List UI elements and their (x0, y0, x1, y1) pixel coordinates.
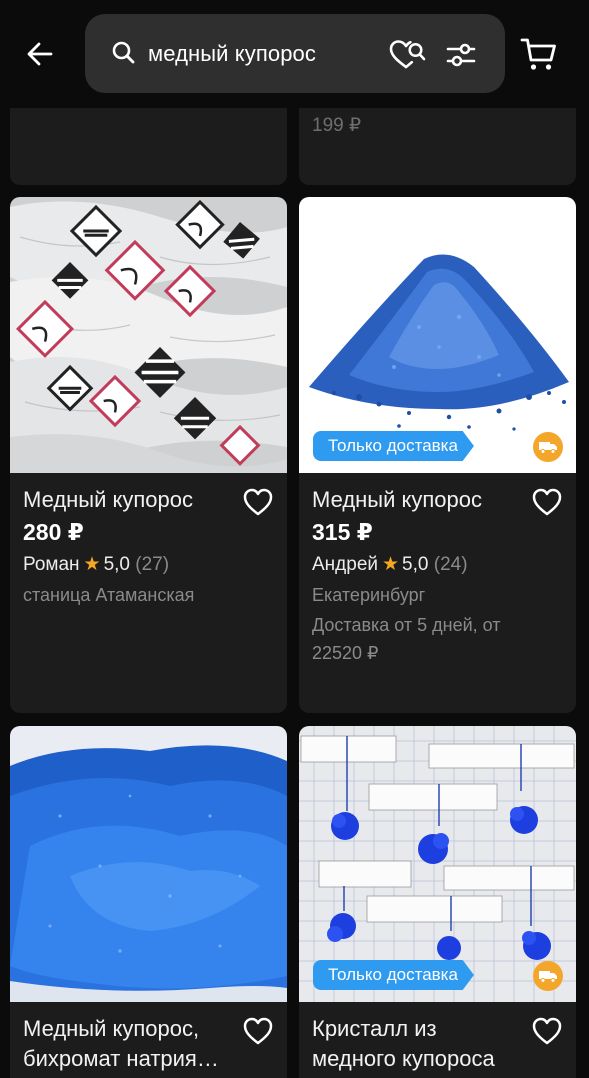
product-location: Екатеринбург (312, 585, 426, 605)
heart-icon[interactable] (531, 1016, 563, 1046)
delivery-only-badge: Только доставка (313, 431, 474, 461)
top-bar: медный купорос (0, 0, 589, 108)
product-card[interactable]: Только доставка Медный купорос 315 ₽ Анд… (299, 197, 576, 713)
product-title[interactable]: Медный купорос (312, 485, 522, 515)
product-card-prev-left[interactable] (10, 100, 287, 185)
cart-icon (520, 38, 556, 70)
heart-icon[interactable] (242, 1016, 274, 1046)
back-button[interactable] (22, 36, 58, 72)
seller-name: Роман (23, 554, 80, 575)
product-photo-blue-pile[interactable]: Только доставка (299, 197, 576, 473)
product-price: 315 ₽ (312, 519, 373, 545)
search-icon (112, 41, 135, 64)
product-price: 199 ₽ (312, 115, 362, 136)
product-photo-bags[interactable] (10, 197, 287, 473)
delivery-info: Доставка от 5 дней, от 22520 ₽ (312, 615, 501, 663)
product-card[interactable]: Медный купорос, бихромат натрия… (10, 726, 287, 1078)
rating: 5,0 (103, 554, 130, 575)
seller-name: Андрей (312, 554, 378, 575)
product-location: станица Атаманская (23, 585, 195, 605)
truck-icon (533, 432, 563, 462)
star-icon: ★ (382, 554, 400, 575)
delivery-only-badge: Только доставка (313, 960, 474, 990)
product-title[interactable]: Медный купорос, бихромат натрия… (23, 1014, 238, 1074)
seller-info: Роман ★ 5,0 (27) (23, 553, 169, 576)
product-card[interactable]: Медный купорос 280 ₽ Роман ★ 5,0 (27) стан… (10, 197, 287, 713)
saved-search-icon[interactable] (388, 38, 428, 72)
product-card[interactable]: Только доставка Кристалл из медного купо… (299, 726, 576, 1078)
heart-icon[interactable] (242, 487, 274, 517)
seller-info: Андрей ★ 5,0 (24) (312, 553, 468, 576)
cart-button[interactable] (520, 36, 558, 77)
search-input[interactable]: медный купорос (85, 14, 505, 93)
review-count: (27) (135, 554, 170, 575)
filters-icon[interactable] (445, 40, 477, 70)
product-photo-crystals[interactable]: Только доставка (299, 726, 576, 1002)
arrow-left-icon (27, 42, 53, 66)
heart-icon[interactable] (531, 487, 563, 517)
product-title[interactable]: Кристалл из медного купороса (312, 1014, 522, 1074)
search-query[interactable]: медный купорос (148, 41, 316, 67)
star-icon: ★ (83, 554, 101, 575)
product-title[interactable]: Медный купорос (23, 485, 233, 515)
product-photo-blue-powder[interactable] (10, 726, 287, 1002)
product-card-prev-right[interactable]: 199 ₽ (299, 100, 576, 185)
product-price: 280 ₽ (23, 519, 84, 545)
rating: 5,0 (402, 554, 429, 575)
review-count: (24) (433, 554, 468, 575)
truck-icon (533, 961, 563, 991)
